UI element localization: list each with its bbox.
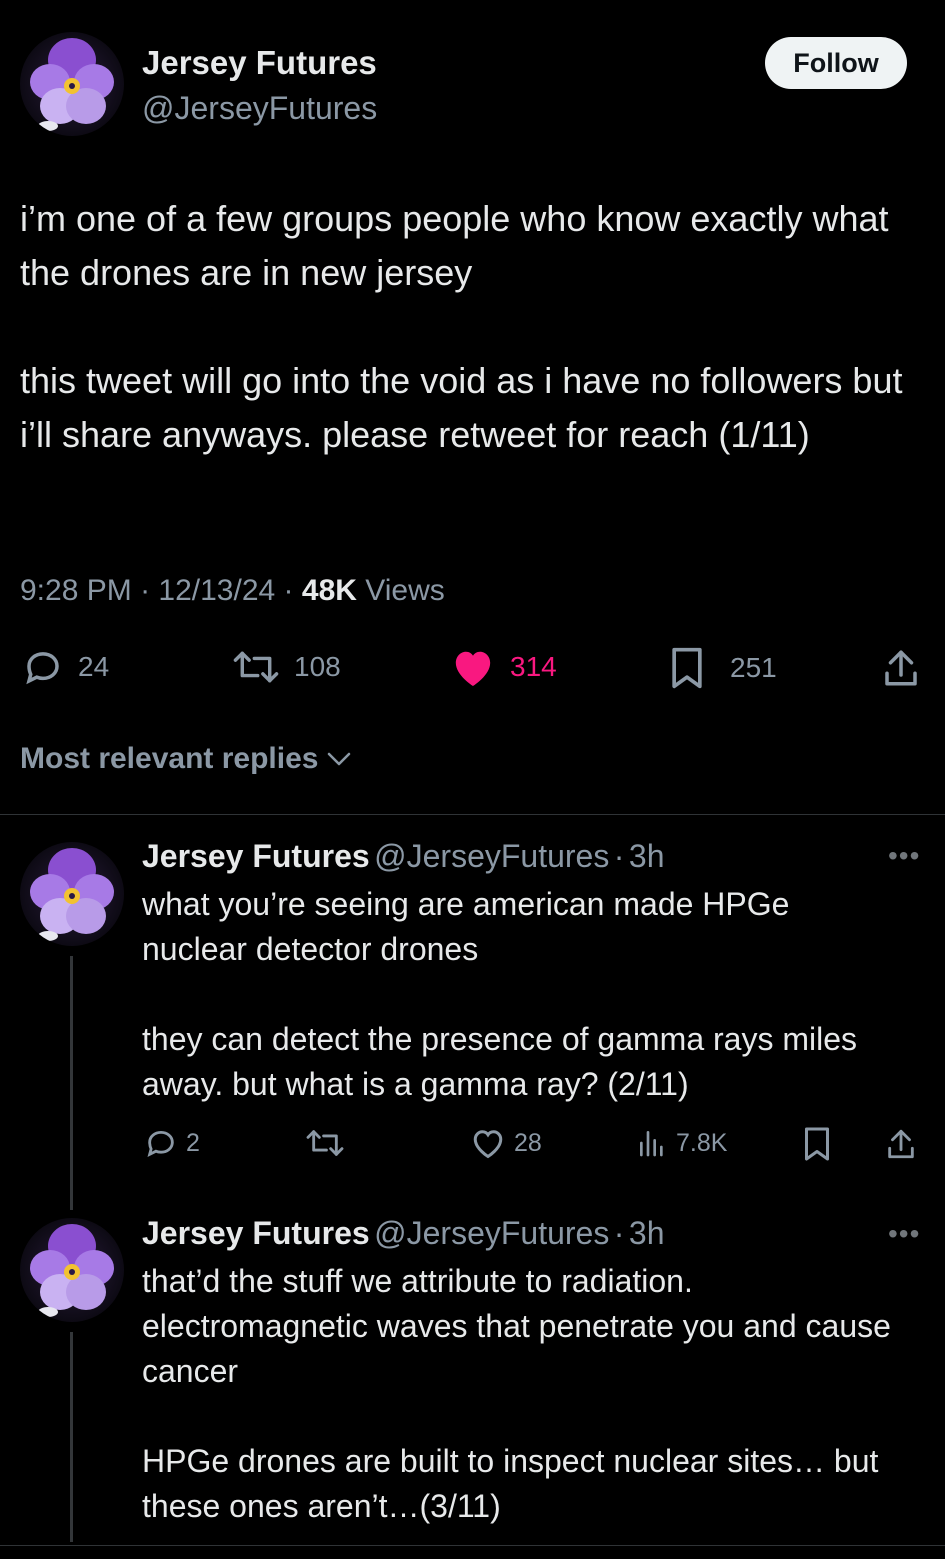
reply-author-name[interactable]: Jersey Futures [142,838,370,874]
more-icon[interactable]: ••• [888,1218,920,1250]
tweet-text: i’m one of a few groups people who know … [20,198,903,455]
avatar-flower-icon [30,38,114,131]
reply-count: 24 [78,651,110,682]
follow-button[interactable]: Follow [765,37,907,89]
bookmark-icon [672,647,702,689]
views-icon [640,1131,663,1157]
tweet-meta: 9:28 PM · 12/13/24 · 48K Views [20,574,445,608]
bookmark-action[interactable]: 251 [668,646,777,690]
bookmark-icon [805,1127,829,1161]
reply-share-button[interactable] [884,1126,918,1167]
replies-sort-label: Most relevant replies [20,742,319,775]
meta-separator: · [283,574,294,607]
reply-reply-action[interactable]: 2 [144,1126,200,1160]
heart-icon [473,1130,503,1159]
chevron-down-icon [328,752,351,766]
like-count: 314 [510,651,557,682]
reply-avatar[interactable] [20,1218,124,1322]
reply-icon [26,652,59,685]
thread-line [70,1332,73,1542]
reply-avatar[interactable] [20,842,124,946]
replies-sort[interactable]: Most relevant replies [20,742,352,776]
retweet-icon [233,651,279,683]
reply-text: what you’re seeing are american made HPG… [142,886,858,1102]
reply-author-handle[interactable]: @JerseyFutures [374,838,609,874]
retweet-count: 108 [294,651,341,682]
reply-header: Jersey Futures @JerseyFutures · 3h [142,1215,665,1252]
meta-separator: · [613,838,625,874]
reply-views-action[interactable]: 7.8K [636,1126,727,1160]
avatar-flower-icon [30,1224,114,1317]
author-name[interactable]: Jersey Futures [142,44,377,82]
retweet-icon [306,1130,344,1156]
tweet-date[interactable]: 12/13/24 [158,574,275,607]
views-count[interactable]: 48K [302,574,357,607]
bookmark-count: 251 [730,652,777,683]
like-action[interactable]: 314 [450,646,557,688]
reply-retweet-action[interactable] [305,1126,345,1160]
section-divider [0,814,945,815]
share-button[interactable] [880,646,922,695]
reply-reply-count: 2 [186,1128,200,1157]
reply-author-name[interactable]: Jersey Futures [142,1215,370,1251]
reply-header: Jersey Futures @JerseyFutures · 3h [142,838,665,875]
thread-line [70,956,73,1210]
reply-like-action[interactable]: 28 [470,1126,542,1160]
share-icon [885,650,917,686]
reply-time[interactable]: 3h [629,1215,665,1251]
meta-separator: · [140,574,151,607]
reply-action[interactable]: 24 [22,646,109,688]
reply-icon [147,1130,174,1158]
more-icon[interactable]: ••• [888,840,920,872]
bottom-divider [0,1545,945,1546]
reply-author-handle[interactable]: @JerseyFutures [374,1215,609,1251]
avatar-flower-icon [30,848,114,941]
meta-separator: · [613,1215,625,1251]
reply-like-count: 28 [514,1128,542,1157]
tweet-time[interactable]: 9:28 PM [20,574,132,607]
reply-bookmark-button[interactable] [802,1126,832,1167]
share-icon [888,1129,914,1159]
reply-time[interactable]: 3h [629,838,665,874]
retweet-action[interactable]: 108 [232,646,341,688]
author-handle[interactable]: @JerseyFutures [142,90,377,127]
author-avatar[interactable] [20,32,124,136]
reply-views-count: 7.8K [676,1128,728,1157]
heart-icon [455,651,491,687]
views-label[interactable]: Views [365,574,444,607]
reply-text: that’d the stuff we attribute to radiati… [142,1263,891,1524]
